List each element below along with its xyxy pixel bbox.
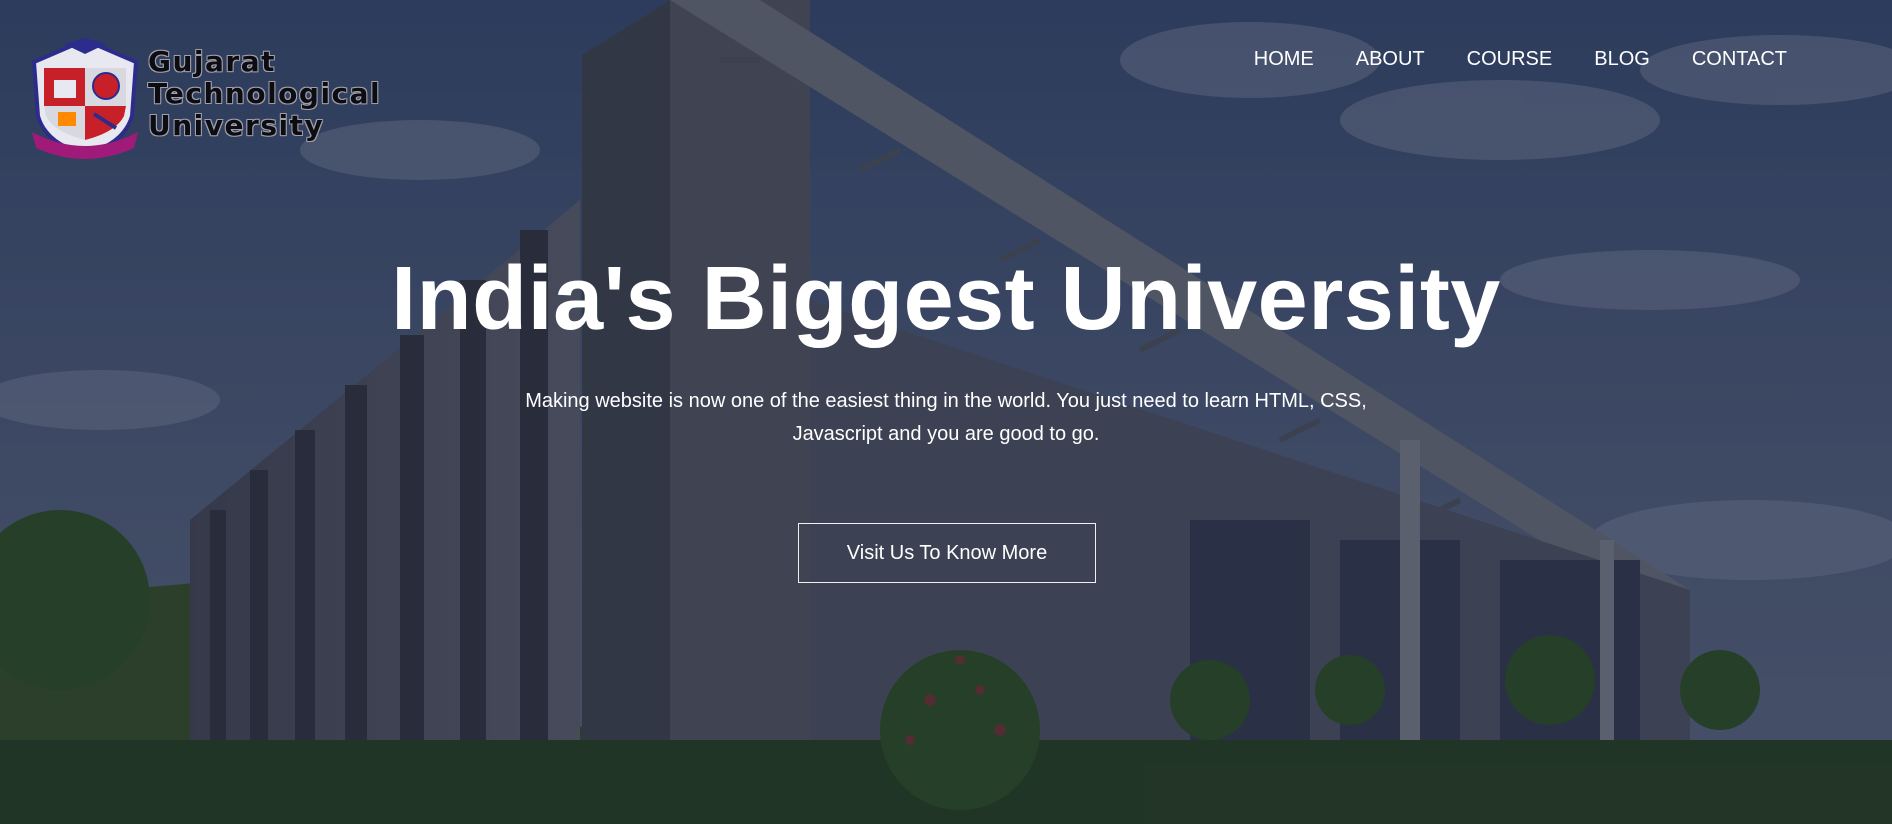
brand-name-line: University: [148, 109, 325, 142]
hero-section: Gujarat Technological University HOME AB…: [0, 0, 1892, 824]
main-nav: HOME ABOUT COURSE BLOG CONTACT: [1212, 48, 1787, 71]
hero-title: India's Biggest University: [391, 249, 1501, 349]
hero-subtitle: Making website is now one of the easiest…: [525, 390, 1367, 445]
nav-about[interactable]: ABOUT: [1356, 48, 1425, 71]
brand-name-line: Technological: [148, 77, 382, 110]
brand-name-line: Gujarat: [148, 45, 276, 78]
nav-contact[interactable]: CONTACT: [1692, 48, 1787, 71]
gtu-emblem-icon: [31, 37, 139, 159]
brand-logo[interactable]: Gujarat Technological University: [24, 36, 404, 162]
brand-name: Gujarat Technological University: [148, 46, 381, 142]
visit-us-button[interactable]: Visit Us To Know More: [798, 523, 1096, 583]
nav-course[interactable]: COURSE: [1467, 48, 1553, 71]
nav-home[interactable]: HOME: [1254, 48, 1314, 71]
nav-blog[interactable]: BLOG: [1594, 48, 1650, 71]
